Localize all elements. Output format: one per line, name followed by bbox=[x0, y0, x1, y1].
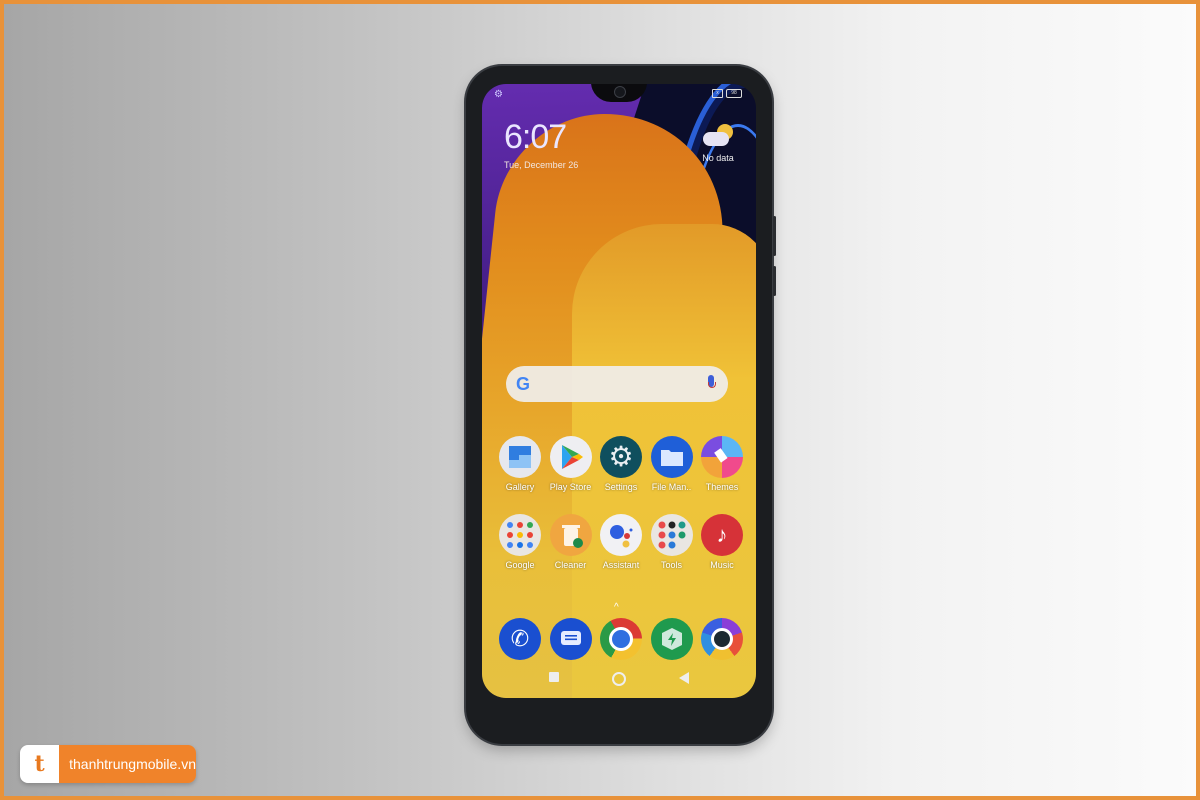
assistant-icon bbox=[600, 514, 642, 556]
app-row-2: Google Cleaner Assistant Tools ♪ Music bbox=[496, 514, 746, 570]
google-folder-icon bbox=[499, 514, 541, 556]
app-file-manager[interactable]: File Man.. bbox=[648, 436, 696, 492]
app-drawer-chevron-icon[interactable]: ^ bbox=[614, 602, 619, 613]
front-camera bbox=[614, 86, 626, 98]
tools-folder-icon bbox=[650, 514, 693, 556]
app-assistant[interactable]: Assistant bbox=[597, 514, 645, 570]
dock-messages[interactable] bbox=[547, 618, 595, 660]
app-gallery[interactable]: Gallery bbox=[496, 436, 544, 492]
app-google-folder[interactable]: Google bbox=[496, 514, 544, 570]
dock-security[interactable] bbox=[648, 618, 696, 660]
brand-logo-icon: t bbox=[20, 745, 60, 783]
phone-body: ⚙ x 98 6:07 Tue, December 26 No data G G… bbox=[466, 66, 776, 744]
gear-icon: ⚙ bbox=[494, 89, 503, 100]
music-icon: ♪ bbox=[701, 514, 743, 556]
play-store-icon bbox=[549, 436, 592, 478]
dock-browser[interactable] bbox=[698, 618, 746, 660]
messages-icon bbox=[549, 618, 592, 660]
app-settings[interactable]: ⚙ Settings bbox=[597, 436, 645, 492]
dock: ✆ bbox=[496, 618, 746, 660]
watermark-badge: t thanhtrungmobile.vn bbox=[20, 745, 196, 783]
app-cleaner[interactable]: Cleaner bbox=[547, 514, 595, 570]
clock-time[interactable]: 6:07 bbox=[504, 118, 567, 157]
volume-button bbox=[773, 216, 776, 256]
app-label: Themes bbox=[705, 482, 739, 492]
phone-screen: ⚙ x 98 6:07 Tue, December 26 No data G G… bbox=[482, 84, 756, 698]
power-button bbox=[773, 266, 776, 296]
clock-date[interactable]: Tue, December 26 bbox=[504, 160, 578, 170]
app-label: Music bbox=[710, 560, 734, 570]
browser-icon bbox=[701, 618, 743, 660]
security-icon bbox=[650, 618, 693, 660]
cleaner-icon bbox=[549, 514, 592, 556]
gallery-icon bbox=[499, 436, 541, 478]
app-play-store[interactable]: Play Store bbox=[547, 436, 595, 492]
weather-widget[interactable]: No data bbox=[698, 124, 738, 163]
themes-icon bbox=[701, 436, 743, 478]
brand-text: thanhtrungmobile.vn bbox=[59, 745, 196, 783]
back-button[interactable] bbox=[679, 672, 690, 684]
sim-icon: x bbox=[712, 89, 723, 98]
home-button[interactable] bbox=[611, 672, 626, 686]
weather-label: No data bbox=[702, 153, 734, 163]
google-g-icon: G bbox=[516, 374, 531, 394]
app-label: Tools bbox=[660, 560, 682, 570]
recents-button[interactable] bbox=[548, 672, 559, 682]
app-row-1: Gallery Play Store ⚙ Settings File Man..… bbox=[496, 436, 746, 492]
photo-frame: ⚙ x 98 6:07 Tue, December 26 No data G G… bbox=[0, 0, 1200, 800]
app-themes[interactable]: Themes bbox=[698, 436, 746, 492]
dock-phone[interactable]: ✆ bbox=[496, 618, 544, 660]
dock-chrome[interactable] bbox=[597, 618, 645, 660]
status-icons: x 98 bbox=[712, 89, 742, 98]
navigation-bar bbox=[482, 672, 756, 686]
app-label: Settings bbox=[604, 482, 638, 492]
weather-cloud-sun-icon bbox=[701, 124, 735, 150]
app-label: Assistant bbox=[602, 560, 640, 570]
app-music[interactable]: ♪ Music bbox=[698, 514, 746, 570]
app-label: Play Store bbox=[549, 482, 592, 492]
phone-icon: ✆ bbox=[499, 618, 541, 660]
chrome-icon bbox=[600, 618, 642, 660]
app-tools-folder[interactable]: Tools bbox=[648, 514, 696, 570]
settings-icon: ⚙ bbox=[600, 436, 642, 478]
google-search-bar[interactable]: G bbox=[506, 366, 728, 402]
app-label: Gallery bbox=[505, 482, 535, 492]
file-manager-icon bbox=[650, 436, 693, 478]
app-label: Cleaner bbox=[554, 560, 587, 570]
app-label: File Man.. bbox=[651, 482, 692, 492]
app-label: Google bbox=[505, 560, 535, 570]
battery-icon: 98 bbox=[726, 89, 742, 98]
